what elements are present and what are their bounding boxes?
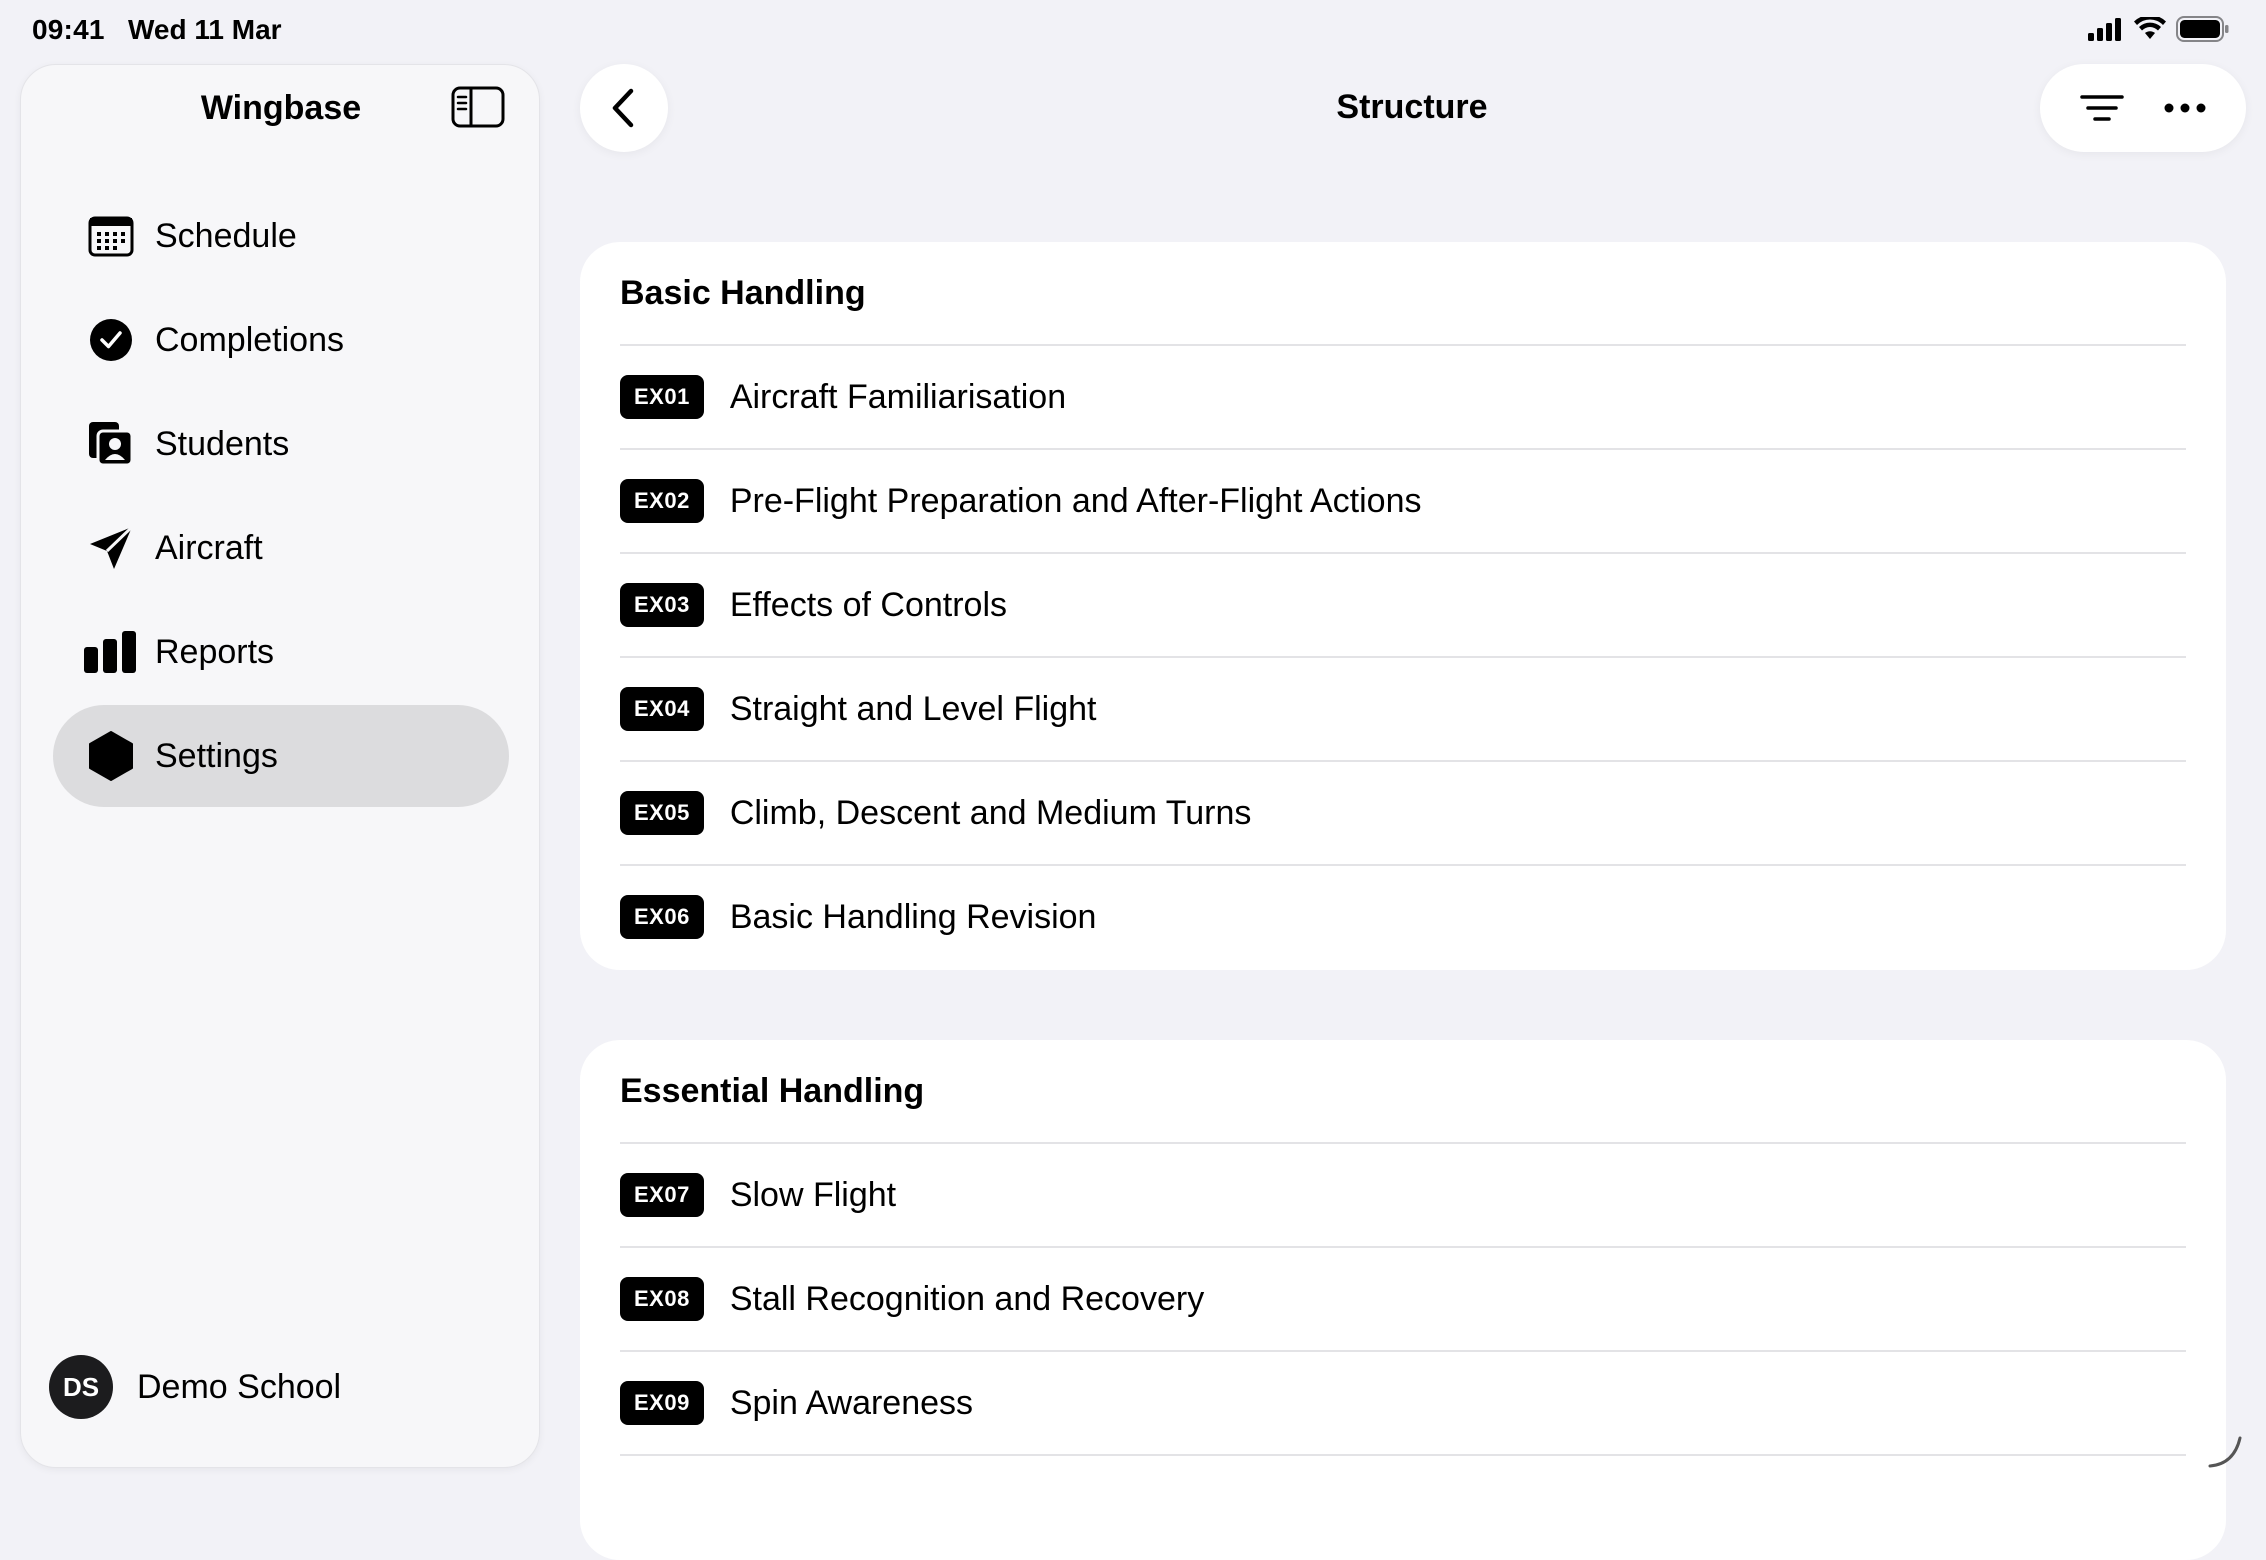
section-card-basic-handling: Basic Handling EX01 Aircraft Familiarisa… xyxy=(580,242,2226,970)
exercise-row[interactable]: EX03 Effects of Controls xyxy=(620,552,2186,656)
exercise-title: Climb, Descent and Medium Turns xyxy=(730,794,1252,833)
exercise-code-badge: EX02 xyxy=(620,479,704,523)
exercise-row[interactable]: EX02 Pre-Flight Preparation and After-Fl… xyxy=(620,448,2186,552)
exercise-title: Aircraft Familiarisation xyxy=(730,378,1066,417)
chevron-left-icon xyxy=(609,87,639,129)
sidebar-item-label: Settings xyxy=(155,737,278,776)
sidebar-item-students[interactable]: Students xyxy=(53,393,509,495)
sidebar: Wingbase Schedule Completions xyxy=(20,64,540,1468)
wifi-icon xyxy=(2134,17,2166,46)
avatar: DS xyxy=(49,1355,113,1419)
exercise-code-badge: EX07 xyxy=(620,1173,704,1217)
sidebar-item-settings[interactable]: Settings xyxy=(53,705,509,807)
status-time: 09:41 xyxy=(32,14,105,46)
exercise-title: Straight and Level Flight xyxy=(730,690,1097,729)
filter-lines-icon xyxy=(2079,92,2125,124)
exercise-code-badge: EX05 xyxy=(620,791,704,835)
back-button[interactable] xyxy=(580,64,668,152)
exercise-row[interactable]: EX06 Basic Handling Revision xyxy=(620,864,2186,968)
section-title: Basic Handling xyxy=(620,274,866,313)
exercise-title: Effects of Controls xyxy=(730,586,1007,625)
hexagon-icon xyxy=(83,728,139,784)
status-icons xyxy=(2088,16,2230,47)
exercise-code-badge: EX08 xyxy=(620,1277,704,1321)
exercise-code-badge: EX06 xyxy=(620,895,704,939)
exercise-title: Spin Awareness xyxy=(730,1384,973,1423)
sidebar-item-schedule[interactable]: Schedule xyxy=(53,185,509,287)
exercise-code-badge: EX03 xyxy=(620,583,704,627)
resize-corner-icon xyxy=(2204,1430,2244,1470)
section-title: Essential Handling xyxy=(620,1072,924,1111)
ellipsis-icon xyxy=(2163,102,2207,114)
status-bar: 09:41 Wed 11 Mar xyxy=(0,0,2266,60)
more-button[interactable] xyxy=(2153,76,2217,140)
school-name: Demo School xyxy=(137,1368,341,1407)
person-cards-icon xyxy=(83,416,139,472)
sidebar-item-reports[interactable]: Reports xyxy=(53,601,509,703)
sidebar-item-label: Students xyxy=(155,425,289,464)
paperplane-icon xyxy=(83,520,139,576)
exercise-code-badge: EX01 xyxy=(620,375,704,419)
exercise-row[interactable]: EX05 Climb, Descent and Medium Turns xyxy=(620,760,2186,864)
sidebar-item-label: Schedule xyxy=(155,217,297,256)
calendar-icon xyxy=(83,208,139,264)
section-card-essential-handling: Essential Handling EX07 Slow Flight EX08… xyxy=(580,1040,2226,1560)
exercise-title: Pre-Flight Preparation and After-Flight … xyxy=(730,482,1422,521)
exercise-title: Basic Handling Revision xyxy=(730,898,1097,937)
filter-button[interactable] xyxy=(2070,76,2134,140)
exercise-title: Slow Flight xyxy=(730,1176,896,1215)
bar-chart-icon xyxy=(83,624,139,680)
exercise-row[interactable]: EX08 Stall Recognition and Recovery xyxy=(620,1246,2186,1350)
sidebar-item-aircraft[interactable]: Aircraft xyxy=(53,497,509,599)
exercise-row[interactable]: EX09 Spin Awareness xyxy=(620,1350,2186,1454)
cellular-signal-icon xyxy=(2088,17,2124,46)
exercise-row-partial[interactable] xyxy=(620,1454,2186,1558)
sidebar-item-label: Completions xyxy=(155,321,344,360)
battery-icon xyxy=(2176,16,2230,47)
exercise-code-badge: EX04 xyxy=(620,687,704,731)
sidebar-toggle-button[interactable] xyxy=(451,85,505,129)
exercise-row[interactable]: EX01 Aircraft Familiarisation xyxy=(620,344,2186,448)
exercise-code-badge: EX09 xyxy=(620,1381,704,1425)
sidebar-item-label: Reports xyxy=(155,633,274,672)
exercise-title: Stall Recognition and Recovery xyxy=(730,1280,1204,1319)
toolbar xyxy=(2040,64,2246,152)
sidebar-toggle-icon xyxy=(451,85,505,129)
sidebar-item-completions[interactable]: Completions xyxy=(53,289,509,391)
school-profile[interactable]: DS Demo School xyxy=(49,1355,341,1419)
status-date: Wed 11 Mar xyxy=(128,14,282,46)
exercise-row[interactable]: EX04 Straight and Level Flight xyxy=(620,656,2186,760)
exercise-row[interactable]: EX07 Slow Flight xyxy=(620,1142,2186,1246)
sidebar-item-label: Aircraft xyxy=(155,529,263,568)
page-title: Structure xyxy=(1200,88,1624,127)
sidebar-nav: Schedule Completions Students Aircraft R… xyxy=(53,185,509,809)
checkmark-circle-icon xyxy=(83,312,139,368)
